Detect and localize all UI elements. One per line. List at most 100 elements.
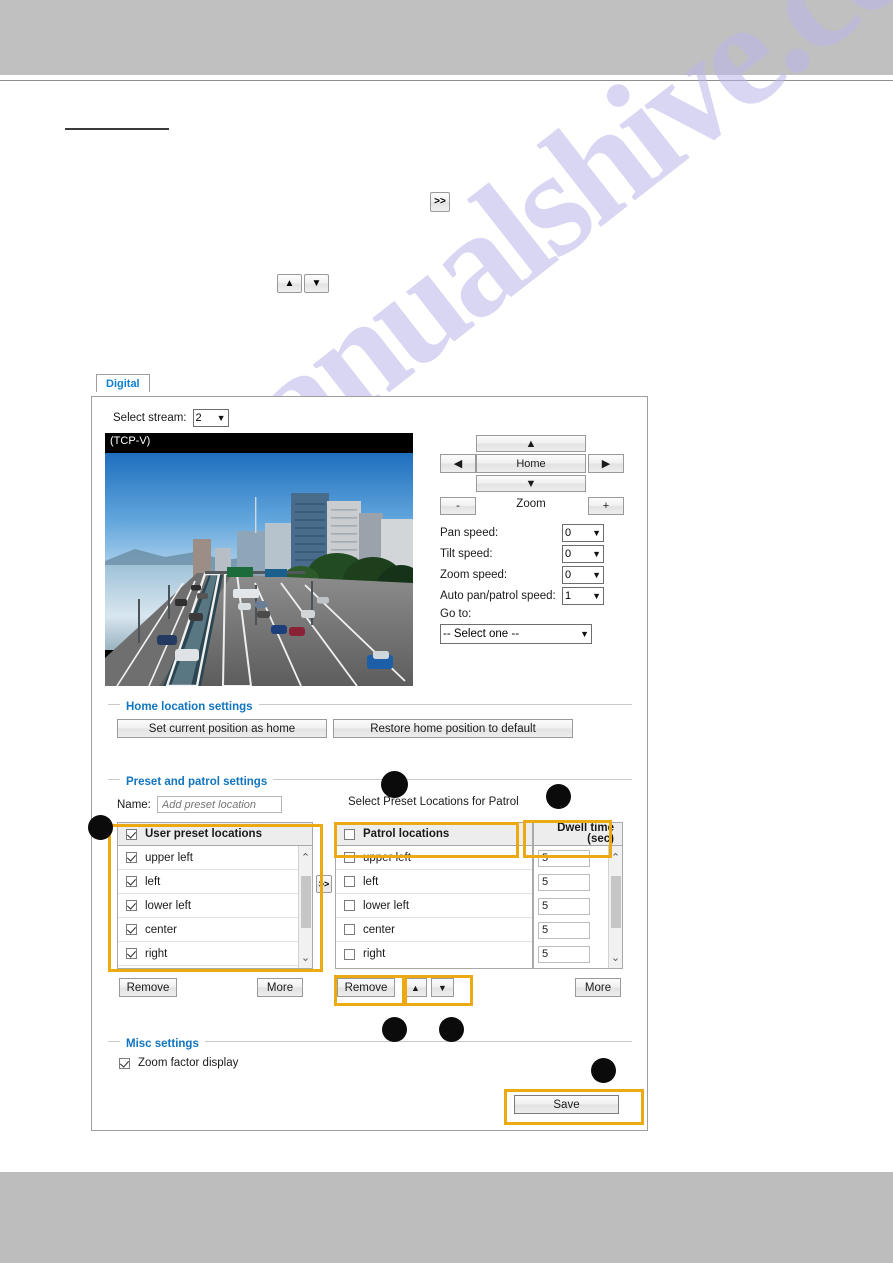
user-preset-checkbox[interactable] xyxy=(126,852,137,863)
user-preset-label: lower left xyxy=(145,900,191,912)
list-item[interactable]: upper left xyxy=(336,846,532,870)
chevron-down-icon: ▼ xyxy=(580,630,589,639)
ptz-home-button[interactable]: Home xyxy=(476,454,586,473)
scroll-up-icon[interactable]: ⌃ xyxy=(299,849,312,865)
scrollbar-thumb[interactable] xyxy=(301,876,311,928)
patrol-location-label: right xyxy=(363,948,385,960)
remove-patrol-button[interactable]: Remove xyxy=(337,978,395,997)
ptz-tilt-down-button[interactable]: ▼ xyxy=(476,475,586,492)
preset-name-input[interactable] xyxy=(157,796,282,813)
dwell-time-input[interactable] xyxy=(538,898,590,915)
patrol-locations-header[interactable]: Patrol locations xyxy=(336,823,532,846)
list-item[interactable]: right xyxy=(118,942,312,966)
tilt-speed-label: Tilt speed: xyxy=(440,548,562,560)
heading-underline xyxy=(65,128,169,130)
more-preset-button[interactable]: More xyxy=(257,978,303,997)
set-current-position-as-home-button[interactable]: Set current position as home xyxy=(117,719,327,738)
pan-speed-dropdown[interactable]: 0 ▼ xyxy=(562,524,604,542)
ptz-pan-right-button[interactable]: ▶ xyxy=(588,454,624,473)
user-preset-label: right xyxy=(145,948,167,960)
tilt-speed-value: 0 xyxy=(565,546,571,562)
zoom-factor-display-checkbox[interactable] xyxy=(119,1058,130,1069)
list-item[interactable]: center xyxy=(336,918,532,942)
goto-dropdown[interactable]: -- Select one -- ▼ xyxy=(440,624,592,644)
preset-and-patrol-settings-title: Preset and patrol settings xyxy=(120,776,273,788)
restore-home-position-button[interactable]: Restore home position to default xyxy=(333,719,573,738)
dwell-time-input[interactable] xyxy=(538,946,590,963)
move-to-patrol-button[interactable]: >> xyxy=(316,875,332,893)
user-preset-label: left xyxy=(145,876,160,888)
list-item[interactable]: lower left xyxy=(118,894,312,918)
user-preset-checkbox[interactable] xyxy=(126,876,137,887)
zoom-speed-row: Zoom speed: 0 ▼ xyxy=(440,566,632,584)
chevron-down-icon: ▼ xyxy=(592,592,601,601)
patrol-location-checkbox[interactable] xyxy=(344,900,355,911)
chevron-down-icon: ▼ xyxy=(217,414,226,423)
doc-down-arrow-button[interactable]: ▼ xyxy=(304,274,329,293)
tilt-speed-dropdown[interactable]: 0 ▼ xyxy=(562,545,604,563)
dwell-time-input[interactable] xyxy=(538,850,590,867)
list-item[interactable]: upper left xyxy=(118,846,312,870)
zoom-in-button[interactable]: + xyxy=(588,497,624,515)
scroll-down-icon[interactable]: ⌄ xyxy=(609,949,622,965)
zoom-factor-display-label: Zoom factor display xyxy=(138,1057,238,1069)
dwell-time-header: Dwell time (sec) xyxy=(534,823,622,846)
patrol-list-scrollbar[interactable]: ⌃ ⌄ xyxy=(608,846,622,968)
dwell-time-body: ⌃ ⌄ xyxy=(534,846,622,968)
save-button[interactable]: Save xyxy=(514,1095,619,1114)
dwell-time-header-line2: (sec) xyxy=(587,834,614,845)
zoom-speed-dropdown[interactable]: 0 ▼ xyxy=(562,566,604,584)
patrol-location-checkbox[interactable] xyxy=(344,876,355,887)
dwell-time-input[interactable] xyxy=(538,922,590,939)
list-item[interactable]: right xyxy=(336,942,532,966)
list-item[interactable]: center xyxy=(118,918,312,942)
list-item[interactable]: left xyxy=(336,870,532,894)
callout-marker xyxy=(546,784,571,809)
video-osd-text: (TCP-V) xyxy=(110,435,150,447)
auto-pan-patrol-speed-row: Auto pan/patrol speed: 1 ▼ xyxy=(440,587,632,605)
zoom-factor-display-row[interactable]: Zoom factor display xyxy=(119,1057,238,1069)
user-preset-locations-header[interactable]: User preset locations xyxy=(118,823,312,846)
patrol-location-checkbox[interactable] xyxy=(344,949,355,960)
pan-speed-label: Pan speed: xyxy=(440,527,562,539)
select-stream-dropdown[interactable]: 2 ▼ xyxy=(193,409,229,427)
tab-digital[interactable]: Digital xyxy=(96,374,150,392)
patrol-location-checkbox[interactable] xyxy=(344,852,355,863)
move-patrol-up-button[interactable]: ▲ xyxy=(404,978,427,997)
select-all-patrol-checkbox[interactable] xyxy=(344,829,355,840)
scroll-up-icon[interactable]: ⌃ xyxy=(609,849,622,865)
ptz-pan-left-button[interactable]: ◀ xyxy=(440,454,476,473)
patrol-location-checkbox[interactable] xyxy=(344,924,355,935)
user-preset-label: upper left xyxy=(145,852,193,864)
auto-pan-patrol-speed-value: 1 xyxy=(565,588,571,604)
user-preset-checkbox[interactable] xyxy=(126,900,137,911)
video-preview[interactable]: (TCP-V) xyxy=(105,433,413,686)
more-patrol-button[interactable]: More xyxy=(575,978,621,997)
doc-up-arrow-button[interactable]: ▲ xyxy=(277,274,302,293)
patrol-location-label: upper left xyxy=(363,852,411,864)
user-preset-checkbox[interactable] xyxy=(126,948,137,959)
scrollbar-thumb[interactable] xyxy=(611,876,621,928)
select-stream-row: Select stream: 2 ▼ xyxy=(113,409,229,427)
select-all-user-presets-checkbox[interactable] xyxy=(126,829,137,840)
user-preset-locations-body: upper left left lower left center right xyxy=(118,846,312,968)
preset-name-label: Name: xyxy=(117,799,151,811)
user-preset-list-scrollbar[interactable]: ⌃ ⌄ xyxy=(298,846,312,968)
zoom-speed-label: Zoom speed: xyxy=(440,569,562,581)
list-item[interactable]: lower left xyxy=(336,894,532,918)
chevron-down-icon: ▼ xyxy=(592,529,601,538)
user-preset-checkbox[interactable] xyxy=(126,924,137,935)
auto-pan-patrol-speed-dropdown[interactable]: 1 ▼ xyxy=(562,587,604,605)
zoom-out-button[interactable]: - xyxy=(440,497,476,515)
doc-forward-icon-button[interactable]: >> xyxy=(430,192,450,212)
dwell-time-input[interactable] xyxy=(538,874,590,891)
remove-preset-button[interactable]: Remove xyxy=(119,978,177,997)
patrol-location-label: center xyxy=(363,924,395,936)
move-patrol-down-button[interactable]: ▼ xyxy=(431,978,454,997)
callout-marker xyxy=(439,1017,464,1042)
scroll-down-icon[interactable]: ⌄ xyxy=(299,949,312,965)
pan-speed-row: Pan speed: 0 ▼ xyxy=(440,524,632,542)
ptz-tilt-up-button[interactable]: ▲ xyxy=(476,435,586,452)
list-item[interactable]: left xyxy=(118,870,312,894)
patrol-locations-header-label: Patrol locations xyxy=(363,828,449,840)
